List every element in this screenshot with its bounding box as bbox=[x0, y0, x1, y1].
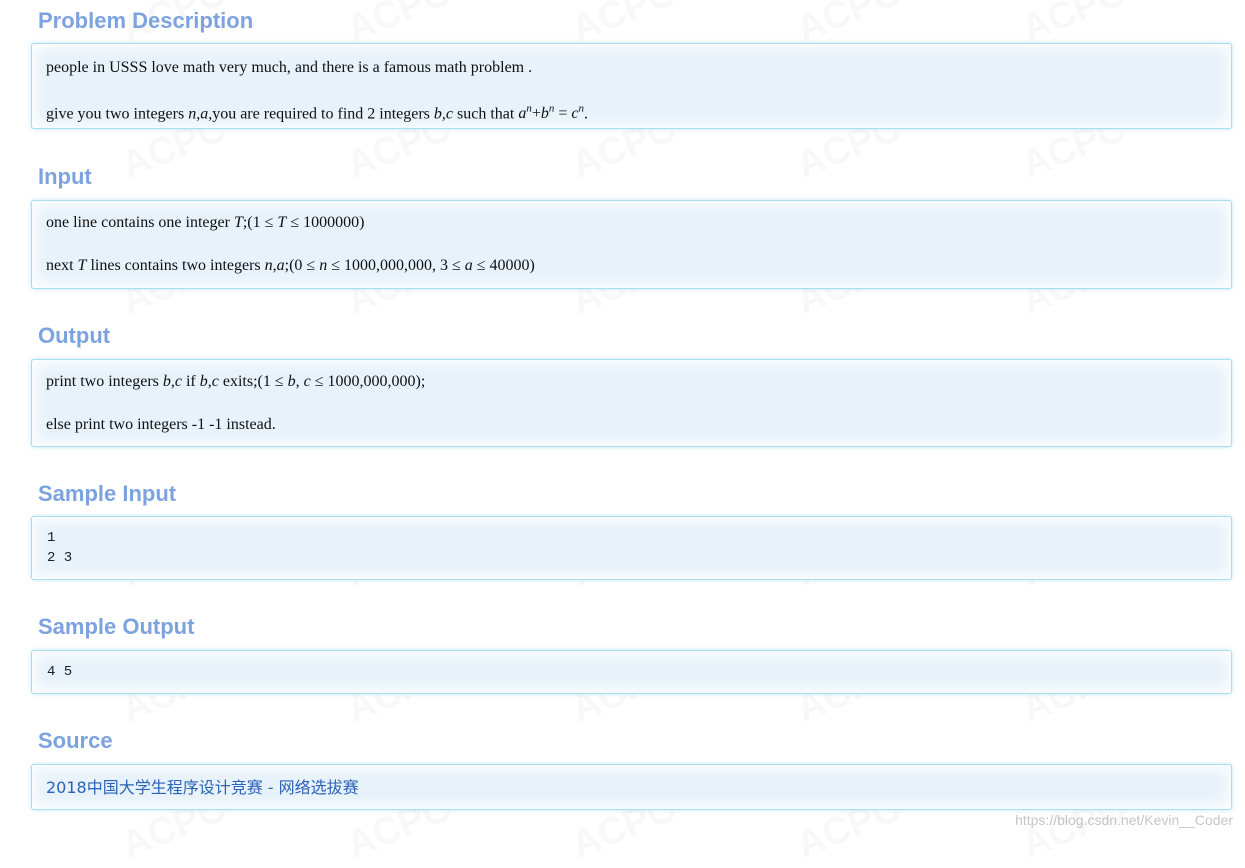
watermark-text: ACPC bbox=[1240, 0, 1245, 51]
panel-sample-input: 1 2 3 bbox=[31, 516, 1232, 580]
heading-output: Output bbox=[38, 323, 111, 348]
description-line-2: give you two integers n,a,you are requir… bbox=[46, 103, 589, 123]
source-link[interactable]: 2018中国大学生程序设计竞赛 - 网络选拔赛 bbox=[46, 777, 359, 799]
watermark-text: ACPC bbox=[1240, 379, 1245, 459]
input-line-1: one line contains one integer T;(1 ≤ T ≤… bbox=[46, 214, 365, 231]
heading-sample-input: Sample Input bbox=[38, 481, 177, 506]
watermark-text: ACPC bbox=[1240, 107, 1245, 187]
sample-input-line-1: 1 bbox=[47, 530, 56, 546]
output-line-1: print two integers b,c if b,c exits;(1 ≤… bbox=[46, 373, 426, 390]
equation: an+bn = cn bbox=[518, 103, 585, 123]
input-line-2: next T lines contains two integers n,a;(… bbox=[46, 257, 535, 274]
panel-sample-output: 4 5 bbox=[31, 650, 1232, 694]
panel-source: 2018中国大学生程序设计竞赛 - 网络选拔赛 bbox=[31, 764, 1232, 810]
heading-sample-output: Sample Output bbox=[38, 614, 195, 639]
watermark-text: ACPC bbox=[1240, 787, 1245, 867]
description-line-1: people in USSS love math very much, and … bbox=[46, 59, 533, 76]
heading-source: Source bbox=[38, 728, 113, 753]
watermark-text: ACPC bbox=[1240, 243, 1245, 323]
sample-input-line-2: 2 3 bbox=[47, 550, 73, 566]
panel-problem-description: people in USSS love math very much, and … bbox=[31, 43, 1232, 129]
watermark-text: ACPC bbox=[1240, 651, 1245, 731]
credit-watermark: https://blog.csdn.net/Kevin__Coder bbox=[1015, 812, 1233, 828]
output-line-2: else print two integers -1 -1 instead. bbox=[46, 416, 276, 433]
heading-input: Input bbox=[38, 164, 92, 189]
heading-problem-description: Problem Description bbox=[38, 8, 254, 33]
panel-input: one line contains one integer T;(1 ≤ T ≤… bbox=[31, 200, 1232, 289]
panel-output: print two integers b,c if b,c exits;(1 ≤… bbox=[31, 359, 1232, 447]
watermark-text: ACPC bbox=[1240, 515, 1245, 595]
sample-output-line-1: 4 5 bbox=[47, 664, 73, 680]
